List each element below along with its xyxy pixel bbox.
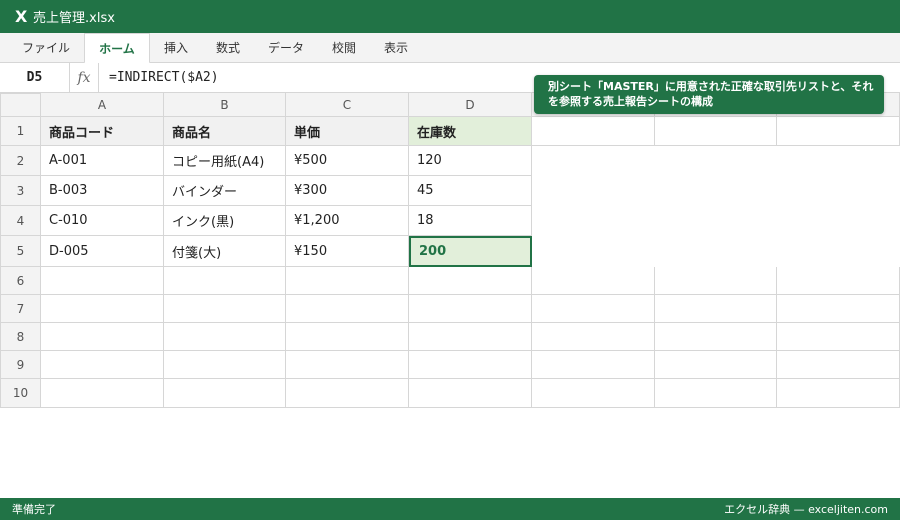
cell-g9[interactable] xyxy=(777,351,900,379)
row-header-4[interactable]: 4 xyxy=(0,206,41,236)
cell-g1[interactable] xyxy=(777,117,900,146)
row-header-7[interactable]: 7 xyxy=(0,295,41,323)
tab-review[interactable]: 校閲 xyxy=(320,33,368,63)
cell-f7[interactable] xyxy=(655,295,777,323)
cell-c5[interactable]: ¥150 xyxy=(286,236,409,267)
cell-e1[interactable] xyxy=(532,117,655,146)
cell-d4[interactable]: 18 xyxy=(409,206,532,236)
window-title: 売上管理.xlsx xyxy=(33,11,115,26)
cell-b8[interactable] xyxy=(164,323,286,351)
cell-g6[interactable] xyxy=(777,267,900,295)
column-header-b[interactable]: B xyxy=(164,93,286,117)
tab-home[interactable]: ホーム xyxy=(84,33,150,64)
cell-g10[interactable] xyxy=(777,379,900,408)
cell-c3[interactable]: ¥300 xyxy=(286,176,409,206)
cell-f1[interactable] xyxy=(655,117,777,146)
cell-b7[interactable] xyxy=(164,295,286,323)
cell-b10[interactable] xyxy=(164,379,286,408)
row-header-8[interactable]: 8 xyxy=(0,323,41,351)
cell-c7[interactable] xyxy=(286,295,409,323)
select-all-corner[interactable] xyxy=(0,93,41,117)
tab-view[interactable]: 表示 xyxy=(372,33,420,63)
header-cell-a1[interactable]: 商品コード xyxy=(41,117,164,146)
column-header-d[interactable]: D xyxy=(409,93,532,117)
cell-c2[interactable]: ¥500 xyxy=(286,146,409,176)
cell-b6[interactable] xyxy=(164,267,286,295)
status-site-credit: エクセル辞典 — exceljiten.com xyxy=(724,503,888,516)
cell-e10[interactable] xyxy=(532,379,655,408)
cell-b2[interactable]: コピー用紙(A4) xyxy=(164,146,286,176)
formula-input[interactable]: =INDIRECT($A2) xyxy=(109,63,219,93)
cell-f6[interactable] xyxy=(655,267,777,295)
cell-a6[interactable] xyxy=(41,267,164,295)
cell-d9[interactable] xyxy=(409,351,532,379)
row-header-10[interactable]: 10 xyxy=(0,379,41,408)
cell-g8[interactable] xyxy=(777,323,900,351)
row-header-6[interactable]: 6 xyxy=(0,267,41,295)
cell-d3[interactable]: 45 xyxy=(409,176,532,206)
column-header-c[interactable]: C xyxy=(286,93,409,117)
status-bar: 準備完了 エクセル辞典 — exceljiten.com xyxy=(0,498,900,520)
insert-function-icon[interactable]: fx xyxy=(70,63,99,93)
cell-f9[interactable] xyxy=(655,351,777,379)
row-header-9[interactable]: 9 xyxy=(0,351,41,379)
cell-b5[interactable]: 付箋(大) xyxy=(164,236,286,267)
cell-f10[interactable] xyxy=(655,379,777,408)
cell-b4[interactable]: インク(黒) xyxy=(164,206,286,236)
cell-c6[interactable] xyxy=(286,267,409,295)
name-box[interactable]: D5 xyxy=(0,63,70,93)
cell-d2[interactable]: 120 xyxy=(409,146,532,176)
excel-app-icon: X xyxy=(15,7,28,26)
row-header-2[interactable]: 2 xyxy=(0,146,41,176)
tab-data[interactable]: データ xyxy=(256,33,316,63)
cell-b9[interactable] xyxy=(164,351,286,379)
cell-b3[interactable]: バインダー xyxy=(164,176,286,206)
cell-d6[interactable] xyxy=(409,267,532,295)
column-header-a[interactable]: A xyxy=(41,93,164,117)
cell-a8[interactable] xyxy=(41,323,164,351)
tab-file[interactable]: ファイル xyxy=(10,33,82,63)
cell-d8[interactable] xyxy=(409,323,532,351)
row-header-1[interactable]: 1 xyxy=(0,117,41,146)
cell-c10[interactable] xyxy=(286,379,409,408)
cell-a2[interactable]: A-001 xyxy=(41,146,164,176)
ribbon-tab-bar: ファイル ホーム 挿入 数式 データ 校閲 表示 xyxy=(0,33,900,64)
selected-cell-d5[interactable]: 200 xyxy=(409,236,532,267)
header-cell-b1[interactable]: 商品名 xyxy=(164,117,286,146)
title-bar: X 売上管理.xlsx xyxy=(0,0,900,33)
header-cell-c1[interactable]: 単価 xyxy=(286,117,409,146)
row-header-5[interactable]: 5 xyxy=(0,236,41,267)
cell-a10[interactable] xyxy=(41,379,164,408)
cell-c8[interactable] xyxy=(286,323,409,351)
row-header-3[interactable]: 3 xyxy=(0,176,41,206)
header-cell-d1[interactable]: 在庫数 xyxy=(409,117,532,146)
cell-a4[interactable]: C-010 xyxy=(41,206,164,236)
tab-formulas[interactable]: 数式 xyxy=(204,33,252,63)
cell-a7[interactable] xyxy=(41,295,164,323)
cell-f8[interactable] xyxy=(655,323,777,351)
cell-a5[interactable]: D-005 xyxy=(41,236,164,267)
cell-a9[interactable] xyxy=(41,351,164,379)
cell-d7[interactable] xyxy=(409,295,532,323)
cell-e9[interactable] xyxy=(532,351,655,379)
cell-e8[interactable] xyxy=(532,323,655,351)
cell-a3[interactable]: B-003 xyxy=(41,176,164,206)
explanation-callout: 別シート「MASTER」に用意された正確な取引先リストと、それを参照する売上報告… xyxy=(534,75,884,114)
cell-g7[interactable] xyxy=(777,295,900,323)
cell-e7[interactable] xyxy=(532,295,655,323)
spreadsheet-window: X 売上管理.xlsx ファイル ホーム 挿入 数式 データ 校閲 表示 D5 … xyxy=(0,0,900,520)
status-ready: 準備完了 xyxy=(12,503,56,516)
cell-e6[interactable] xyxy=(532,267,655,295)
cell-c9[interactable] xyxy=(286,351,409,379)
cell-d10[interactable] xyxy=(409,379,532,408)
tab-insert[interactable]: 挿入 xyxy=(152,33,200,63)
worksheet-grid: A B C D 1 商品コード 商品名 単価 在庫数 2 A-001 コピー用紙(A4) ¥50… xyxy=(0,93,900,408)
cell-c4[interactable]: ¥1,200 xyxy=(286,206,409,236)
